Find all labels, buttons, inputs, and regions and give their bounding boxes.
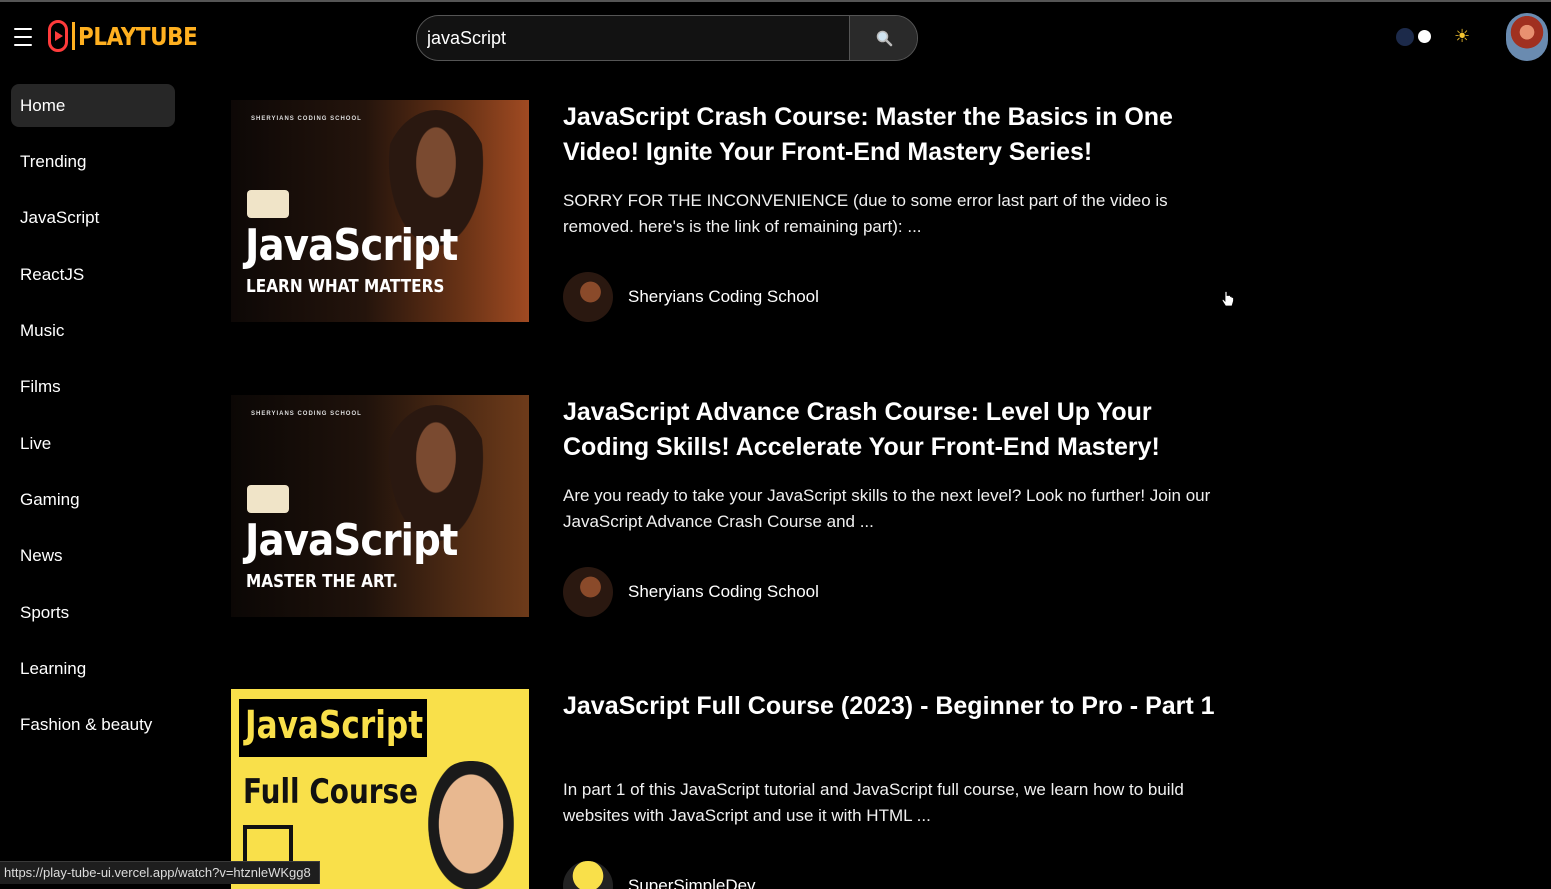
logo-text: PLAYTUBE bbox=[78, 21, 198, 51]
search-bar bbox=[416, 15, 918, 61]
sidebar-item-home[interactable]: Home bbox=[11, 84, 175, 127]
search-button[interactable] bbox=[849, 16, 917, 60]
video-title[interactable]: JavaScript Full Course (2023) - Beginner… bbox=[563, 689, 1223, 724]
video-result: SHERYIANS CODING SCHOOL JavaScript LEARN… bbox=[231, 100, 1231, 360]
video-thumbnail[interactable]: SHERYIANS CODING SCHOOL JavaScript LEARN… bbox=[231, 100, 529, 322]
sidebar: Home Trending JavaScript ReactJS Music F… bbox=[0, 74, 190, 889]
channel-link[interactable]: SuperSimpleDev bbox=[563, 861, 756, 889]
video-thumbnail[interactable]: SHERYIANS CODING SCHOOL JavaScript MASTE… bbox=[231, 395, 529, 617]
thumbnail-subtitle: MASTER THE ART. bbox=[246, 571, 398, 592]
thumbnail-school-text: SHERYIANS CODING SCHOOL bbox=[251, 116, 362, 122]
sidebar-item-reactjs[interactable]: ReactJS bbox=[11, 253, 175, 296]
search-input[interactable] bbox=[417, 16, 849, 60]
channel-avatar bbox=[563, 861, 613, 889]
light-mode-dot bbox=[1418, 30, 1431, 43]
search-icon bbox=[876, 30, 893, 47]
channel-name: SuperSimpleDev bbox=[628, 876, 756, 889]
channel-link[interactable]: Sheryians Coding School bbox=[563, 272, 819, 322]
top-header: PLAYTUBE ☀ bbox=[0, 2, 1551, 74]
sidebar-item-gaming[interactable]: Gaming bbox=[11, 478, 175, 521]
thumbnail-title: JavaScript bbox=[245, 220, 458, 271]
video-description: In part 1 of this JavaScript tutorial an… bbox=[563, 780, 1184, 825]
sidebar-item-music[interactable]: Music bbox=[11, 309, 175, 352]
video-title[interactable]: JavaScript Crash Course: Master the Basi… bbox=[563, 100, 1223, 170]
sidebar-item-learning[interactable]: Learning bbox=[11, 647, 175, 690]
sidebar-item-live[interactable]: Live bbox=[11, 422, 175, 465]
video-description: SORRY FOR THE INCONVENIENCE (due to some… bbox=[563, 191, 1168, 236]
sidebar-item-films[interactable]: Films bbox=[11, 365, 175, 408]
video-title[interactable]: JavaScript Advance Crash Course: Level U… bbox=[563, 395, 1223, 465]
logo-divider bbox=[72, 22, 75, 50]
user-avatar[interactable] bbox=[1506, 13, 1548, 61]
thumbnail-title: JavaScript bbox=[245, 515, 458, 566]
video-result: JavaScript Full Course JavaScript Full C… bbox=[231, 689, 1231, 889]
sidebar-item-trending[interactable]: Trending bbox=[11, 140, 175, 183]
logo[interactable]: PLAYTUBE bbox=[48, 18, 217, 54]
thumbnail-subtitle: LEARN WHAT MATTERS bbox=[246, 276, 445, 297]
video-result: SHERYIANS CODING SCHOOL JavaScript MASTE… bbox=[231, 395, 1231, 655]
thumbnail-school-text: SHERYIANS CODING SCHOOL bbox=[251, 411, 362, 417]
js-badge-icon bbox=[247, 190, 289, 218]
js-badge-icon bbox=[247, 485, 289, 513]
thumbnail-title: JavaScript bbox=[245, 703, 424, 747]
video-description: Are you ready to take your JavaScript sk… bbox=[563, 486, 1211, 531]
play-icon bbox=[48, 20, 68, 52]
channel-name: Sheryians Coding School bbox=[628, 582, 819, 601]
sun-icon[interactable]: ☀ bbox=[1454, 26, 1470, 46]
channel-avatar bbox=[563, 272, 613, 322]
sidebar-item-news[interactable]: News bbox=[11, 534, 175, 577]
thumbnail-subtitle: Full Course bbox=[243, 772, 419, 812]
channel-name: Sheryians Coding School bbox=[628, 287, 819, 306]
sidebar-item-javascript[interactable]: JavaScript bbox=[11, 196, 175, 239]
sidebar-item-fashion-beauty[interactable]: Fashion & beauty bbox=[11, 703, 175, 746]
thumbnail-person bbox=[421, 761, 521, 889]
channel-avatar bbox=[563, 567, 613, 617]
link-status-bar: https://play-tube-ui.vercel.app/watch?v=… bbox=[0, 861, 320, 884]
dark-mode-dot bbox=[1396, 28, 1414, 46]
menu-icon[interactable] bbox=[14, 28, 34, 46]
sidebar-item-sports[interactable]: Sports bbox=[11, 591, 175, 634]
hand-cursor-icon bbox=[1221, 291, 1234, 307]
theme-toggle[interactable] bbox=[1396, 26, 1438, 46]
channel-link[interactable]: Sheryians Coding School bbox=[563, 567, 819, 617]
video-thumbnail[interactable]: JavaScript Full Course bbox=[231, 689, 529, 889]
